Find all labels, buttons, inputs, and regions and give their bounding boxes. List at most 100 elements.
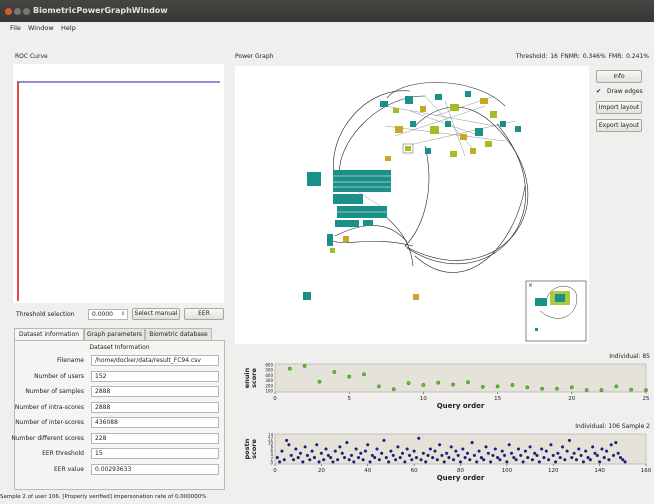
- y-axis-label-group: postn score: [243, 438, 258, 459]
- data-point: [581, 460, 585, 464]
- data-point: [465, 451, 470, 455]
- impostor-chart[interactable]: 0 20 40 60 80 100 120 140 160 0 2 4 6 8 10 12 14 postn sco…: [234, 432, 654, 492]
- info-button[interactable]: Info: [596, 70, 642, 83]
- data-point: [349, 453, 354, 457]
- menubar: File Window Help: [0, 22, 654, 34]
- dataset-row-value[interactable]: 15: [91, 448, 219, 459]
- data-point: [375, 447, 379, 451]
- data-point: [362, 372, 366, 377]
- data-point: [406, 381, 411, 385]
- y-axis-label-group: enuin score: [243, 367, 258, 388]
- close-window-button[interactable]: [5, 8, 12, 15]
- graph-stats: Threshold: 16 FNMR: 0.346% FMR: 0.241%: [515, 53, 649, 60]
- data-point: [593, 451, 597, 455]
- spin-arrows-icon[interactable]: ⇳: [121, 310, 125, 319]
- y-axis-label: score: [250, 439, 258, 459]
- data-point: [602, 456, 606, 460]
- select-manual-button[interactable]: Select manual: [132, 308, 180, 320]
- data-point: [496, 456, 500, 460]
- data-point: [509, 451, 514, 455]
- data-point: [555, 386, 559, 391]
- data-point: [419, 458, 423, 462]
- dataset-row-value[interactable]: 2888: [91, 401, 219, 413]
- data-point: [500, 449, 504, 453]
- data-point: [322, 458, 326, 462]
- menu-file[interactable]: File: [10, 24, 21, 32]
- data-point: [421, 451, 425, 455]
- window-title: BiometricPowerGraphWindow: [33, 6, 168, 15]
- data-point: [463, 456, 467, 460]
- data-point: [466, 380, 470, 385]
- data-point: [609, 443, 613, 447]
- tab-biometric-database[interactable]: Biometric database: [145, 328, 212, 340]
- draw-edges-checkbox[interactable]: ✔ Draw edges: [596, 88, 643, 95]
- data-point: [412, 449, 416, 453]
- data-point: [352, 460, 356, 464]
- eer-button[interactable]: EER: [184, 308, 224, 320]
- dataset-row-label: Number different scores: [11, 434, 84, 442]
- power-graph-canvas[interactable]: ×: [235, 66, 589, 344]
- data-point: [312, 456, 316, 460]
- data-point: [336, 458, 340, 462]
- tab-dataset-information[interactable]: Dataset information: [14, 328, 84, 340]
- data-point: [454, 449, 458, 453]
- dataset-row-value[interactable]: /home/docker/data/result_FC94.csv: [91, 355, 219, 366]
- import-layout-button[interactable]: Import layout: [596, 101, 642, 114]
- data-point: [308, 458, 312, 462]
- data-point: [363, 449, 367, 453]
- data-point: [340, 451, 344, 455]
- data-point: [303, 445, 307, 449]
- data-point: [332, 370, 337, 374]
- data-point: [514, 458, 518, 462]
- dataset-row-value[interactable]: 0.00293633: [91, 463, 219, 475]
- data-point: [319, 451, 323, 455]
- data-point: [528, 445, 532, 449]
- data-point: [387, 460, 391, 464]
- x-tick-label: 160: [641, 468, 652, 474]
- minimize-window-button[interactable]: [14, 8, 21, 15]
- data-point: [431, 456, 435, 460]
- data-point: [391, 453, 395, 457]
- menu-window[interactable]: Window: [28, 24, 54, 32]
- menu-help[interactable]: Help: [61, 24, 76, 32]
- data-point: [400, 451, 405, 455]
- data-point: [417, 436, 421, 440]
- roc-plot[interactable]: [13, 64, 224, 303]
- data-point: [616, 451, 620, 455]
- export-layout-button[interactable]: Export layout: [596, 119, 642, 132]
- x-tick-label: 5: [347, 396, 351, 402]
- dataset-row-value[interactable]: 228: [91, 432, 219, 444]
- data-point: [436, 380, 441, 385]
- data-point: [305, 453, 310, 457]
- minimap[interactable]: [525, 280, 587, 342]
- impostor-header: Individual: 106 Sample 2: [575, 423, 650, 430]
- data-point: [370, 453, 374, 457]
- data-point: [310, 449, 314, 453]
- data-point: [366, 443, 370, 447]
- data-point: [458, 460, 463, 464]
- data-point: [526, 456, 530, 460]
- data-point: [315, 443, 319, 447]
- data-point: [577, 447, 581, 451]
- dataset-row-value[interactable]: 2888: [91, 386, 219, 397]
- data-point: [280, 449, 284, 453]
- data-point: [442, 460, 446, 464]
- data-point: [433, 449, 437, 453]
- data-point: [368, 460, 372, 464]
- data-point: [540, 386, 544, 391]
- data-point: [579, 453, 583, 457]
- data-point: [354, 447, 358, 451]
- minimap-close-icon[interactable]: ×: [528, 282, 533, 289]
- data-point: [324, 447, 328, 451]
- power-graph-svg: ×: [303, 82, 587, 342]
- genuine-chart[interactable]: 0 5 10 15 20 25 100 200 300 400 500 600 enuin score Qu…: [234, 361, 654, 419]
- threshold-spinbox[interactable]: 0.0000 ⇳: [88, 309, 128, 320]
- maximize-window-button[interactable]: [23, 8, 30, 15]
- tab-graph-parameters[interactable]: Graph parameters: [84, 328, 145, 340]
- data-point: [584, 449, 588, 453]
- dataset-row-value[interactable]: 152: [91, 370, 219, 382]
- graph-nodes: [303, 91, 521, 300]
- data-point: [414, 456, 418, 460]
- data-point: [586, 456, 590, 460]
- dataset-row-value[interactable]: 436088: [91, 417, 219, 428]
